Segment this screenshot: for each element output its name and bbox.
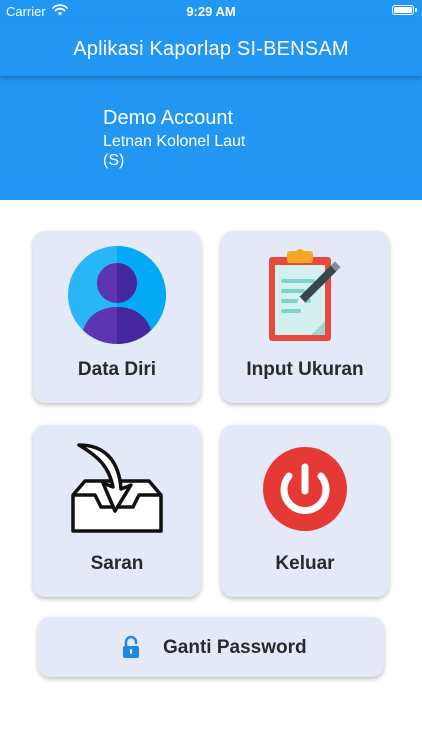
battery-icon <box>392 5 414 15</box>
saran-button[interactable]: Saran <box>33 425 201 597</box>
keluar-label: Keluar <box>275 553 335 574</box>
status-bar: Carrier 9:29 AM <box>0 0 422 22</box>
power-icon <box>221 439 389 549</box>
saran-label: Saran <box>90 553 144 574</box>
data-diri-button[interactable]: Data Diri <box>33 231 201 403</box>
keluar-button[interactable]: Keluar <box>221 425 389 597</box>
profile-name: Demo Account <box>103 107 234 129</box>
inbox-arrow-icon <box>33 439 201 549</box>
app-bar: Aplikasi Kaporlap SI-BENSAM <box>0 22 422 76</box>
user-avatar-icon <box>33 245 201 355</box>
ganti-password-button[interactable]: Ganti Password <box>38 617 384 677</box>
app-title: Aplikasi Kaporlap SI-BENSAM <box>73 38 349 60</box>
input-ukuran-button[interactable]: Input Ukuran <box>221 231 389 403</box>
clock: 9:29 AM <box>186 4 236 19</box>
battery-tip <box>415 8 417 12</box>
ganti-password-label: Ganti Password <box>163 637 307 658</box>
input-ukuran-label: Input Ukuran <box>246 359 364 380</box>
profile-rank: Letnan Kolonel Laut (S) <box>103 133 246 169</box>
lock-icon <box>122 635 140 664</box>
profile-header: Demo Account Letnan Kolonel Laut (S) <box>0 76 422 200</box>
clipboard-pencil-icon <box>221 245 389 355</box>
data-diri-label: Data Diri <box>77 359 157 380</box>
